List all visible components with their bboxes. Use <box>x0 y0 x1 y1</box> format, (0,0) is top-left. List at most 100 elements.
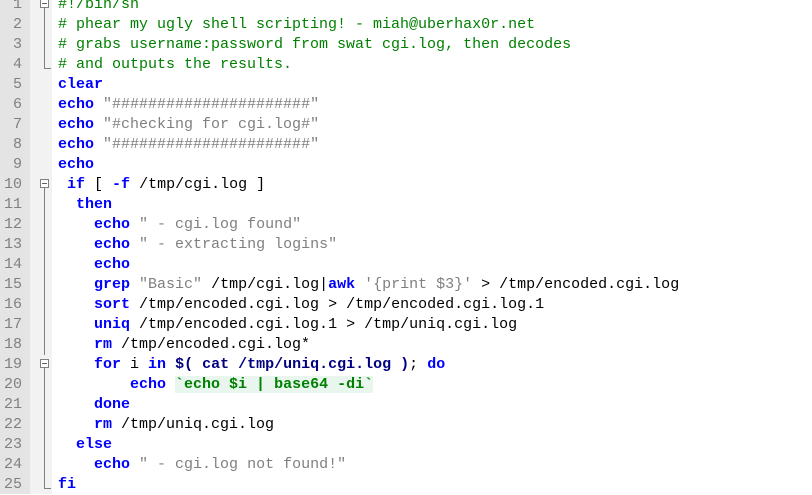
code-editor[interactable]: 1 #!/bin/sh 2 # phear my ugly shell scripti… <box>0 0 812 494</box>
code-token: /tmp/cgi.log ] <box>130 176 266 193</box>
fold-gutter-cell <box>40 135 52 155</box>
fold-gutter-cell <box>40 0 52 15</box>
code-text: # and outputs the results. <box>58 55 292 75</box>
code-text: # grabs username:password from swat cgi.… <box>58 35 571 55</box>
code-token: /tmp/uniq.cgi.log <box>112 416 275 433</box>
fold-gutter-cell <box>40 215 52 235</box>
code-token: clear <box>58 76 104 93</box>
fold-gutter-cell <box>40 55 52 75</box>
code-token: echo <box>94 216 131 233</box>
code-token: "Basic" <box>139 276 203 293</box>
code-token: if <box>67 176 86 193</box>
code-text: rm /tmp/uniq.cgi.log <box>58 415 274 435</box>
fold-gutter-cell <box>40 35 52 55</box>
code-text: fi <box>58 475 76 495</box>
line-number: 13 <box>3 236 22 253</box>
code-token: awk <box>328 276 356 293</box>
code-token: # phear my ugly shell scripting! - miah@… <box>58 16 536 33</box>
line-number: 10 <box>3 176 22 193</box>
fold-gutter-cell <box>40 355 52 375</box>
line-number: 19 <box>3 356 22 373</box>
code-token: then <box>76 196 113 213</box>
code-token: /tmp/cgi.log| <box>202 276 329 293</box>
code-text: uniq /tmp/encoded.cgi.log.1 > /tmp/uniq.… <box>58 315 517 335</box>
code-token: # and outputs the results. <box>58 56 293 73</box>
fold-gutter-cell <box>40 315 52 335</box>
code-token: " - cgi.log found" <box>139 216 302 233</box>
line-number: 6 <box>12 96 22 113</box>
fold-gutter-cell <box>40 275 52 295</box>
fold-toggle-icon[interactable] <box>40 359 49 368</box>
code-text: echo " - cgi.log not found!" <box>58 455 346 475</box>
fold-toggle-icon[interactable] <box>40 0 49 8</box>
fold-gutter-cell <box>40 195 52 215</box>
code-token: > /tmp/encoded.cgi.log <box>472 276 680 293</box>
code-token: /tmp/encoded.cgi.log.1 > /tmp/uniq.cgi.l… <box>130 316 518 333</box>
code-token: in <box>148 356 167 373</box>
code-token: do <box>427 356 446 373</box>
code-text: if [ -f /tmp/cgi.log ] <box>58 175 265 195</box>
code-text: echo <box>58 155 94 175</box>
code-text: echo `echo $i | base64 -di` <box>58 375 374 395</box>
fold-gutter-cell <box>40 335 52 355</box>
code-token: #!/bin/sh <box>58 0 140 13</box>
code-token: /tmp/encoded.cgi.log* <box>112 336 311 353</box>
code-text: echo "#checking for cgi.log#" <box>58 115 319 135</box>
line-number: 4 <box>12 56 22 73</box>
fold-gutter-cell <box>40 255 52 275</box>
code-text: echo "######################" <box>58 135 319 155</box>
fold-gutter-cell <box>40 455 52 475</box>
code-token: " - extracting logins" <box>139 236 338 253</box>
fold-gutter-cell <box>40 15 52 35</box>
line-number: 7 <box>12 116 22 133</box>
code-token: ; <box>409 356 428 373</box>
line-number: 18 <box>3 336 22 353</box>
fold-gutter-cell <box>40 175 52 195</box>
fold-end-icon <box>44 475 51 489</box>
code-text: else <box>58 435 112 455</box>
fold-toggle-icon[interactable] <box>40 179 49 188</box>
code-token: echo <box>58 116 95 133</box>
code-text: echo " - cgi.log found" <box>58 215 301 235</box>
code-token: `echo $i | base64 -di` <box>175 376 374 393</box>
code-token: sort <box>94 296 131 313</box>
code-token: cat /tmp/uniq.cgi.log <box>202 356 392 373</box>
fold-gutter-cell <box>40 75 52 95</box>
fold-gutter-cell <box>40 235 52 255</box>
code-token: else <box>76 436 113 453</box>
code-token: echo <box>94 236 131 253</box>
code-token: for <box>94 356 122 373</box>
line-number: 14 <box>3 256 22 273</box>
code-text: then <box>58 195 112 215</box>
code-text: clear <box>58 75 103 95</box>
line-number: 3 <box>12 36 22 53</box>
code-token: fi <box>58 476 77 493</box>
code-token: "######################" <box>103 136 320 153</box>
line-number: 20 <box>3 376 22 393</box>
code-text: done <box>58 395 130 415</box>
code-text: echo "######################" <box>58 95 319 115</box>
code-text: # phear my ugly shell scripting! - miah@… <box>58 15 535 35</box>
code-token: echo <box>58 96 95 113</box>
fold-gutter-cell <box>40 155 52 175</box>
code-text: grep "Basic" /tmp/cgi.log|awk '{print $3… <box>58 275 679 295</box>
